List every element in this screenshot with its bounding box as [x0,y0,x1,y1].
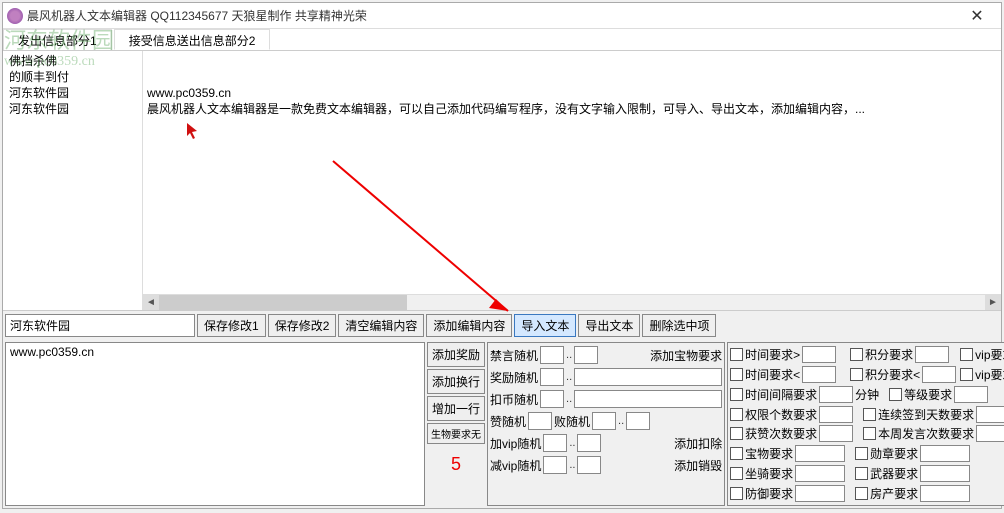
mount-req-input[interactable] [795,465,845,482]
sub-vip-max[interactable] [577,456,601,474]
content-line: www.pc0359.cn [143,85,1001,101]
ban-random-min[interactable] [540,346,564,364]
win-count-input[interactable] [819,425,853,442]
continuous-sign-input[interactable] [976,406,1004,423]
list-item[interactable]: 河东软件园 [7,101,138,117]
interval-req-input[interactable] [819,386,853,403]
defense-req-input[interactable] [795,485,845,502]
horizontal-scrollbar[interactable]: ◄ ► [143,294,1001,310]
export-text-button[interactable]: 导出文本 [578,314,640,337]
weapon-req-checkbox[interactable] [855,467,868,480]
vip-no-checkbox[interactable] [960,368,973,381]
house-req-checkbox[interactable] [855,487,868,500]
level-req-checkbox[interactable] [889,388,902,401]
medal-req-checkbox[interactable] [855,447,868,460]
tab-send-info-1[interactable]: 发出信息部分1 [3,29,112,50]
ban-random-max[interactable] [574,346,598,364]
tab-row: 发出信息部分1 接受信息送出信息部分2 [3,29,1001,51]
house-req-input[interactable] [920,485,970,502]
random-settings-panel: 禁言随机 .. 添加宝物要求 奖励随机 .. 扣币随机 .. 赞随机 [487,342,725,506]
time-req-lt-checkbox[interactable] [730,368,743,381]
like-random-val[interactable] [528,412,552,430]
add-edit-button[interactable]: 添加编辑内容 [426,314,512,337]
sub-vip-random-label: 减vip随机 [490,457,541,474]
tab-receive-send-info-2[interactable]: 接受信息送出信息部分2 [114,29,271,50]
week-speak-checkbox[interactable] [863,427,876,440]
bottom-area: www.pc0359.cn 添加奖励 添加换行 增加一行 生物要求无 5 禁言随… [3,340,1001,508]
deduct-random-min[interactable] [540,390,564,408]
app-icon [7,8,23,24]
requirements-panel: 时间要求> 积分要求 vip要求是 时间要求< 积分要求< [727,342,1004,506]
weapon-req-input[interactable] [920,465,970,482]
delete-selected-button[interactable]: 删除选中项 [642,314,716,337]
import-text-button[interactable]: 导入文本 [514,314,576,337]
defense-req-checkbox[interactable] [730,487,743,500]
treasure-req-checkbox[interactable] [730,447,743,460]
reward-random-min[interactable] [540,368,564,386]
content-line: 晨风机器人文本编辑器是一款免费文本编辑器，可以自己添加代码编写程序，没有文字输入… [143,101,1001,117]
mount-req-checkbox[interactable] [730,467,743,480]
add-deduct-label: 添加扣除 [603,435,722,452]
counter-display: 5 [427,446,485,483]
add-row-button[interactable]: 增加一行 [427,396,485,421]
win-count-checkbox[interactable] [730,427,743,440]
add-treasure-req-label: 添加宝物要求 [600,347,722,364]
reward-random-label: 奖励随机 [490,369,538,386]
deduct-random-max[interactable] [574,390,722,408]
level-req-input[interactable] [954,386,988,403]
deduct-random-label: 扣币随机 [490,391,538,408]
reward-random-max[interactable] [574,368,722,386]
power-count-checkbox[interactable] [730,408,743,421]
window-title: 晨风机器人文本编辑器 QQ112345677 天狼星制作 共享精神光荣 [27,7,957,24]
medal-req-input[interactable] [920,445,970,462]
continuous-sign-checkbox[interactable] [863,408,876,421]
score-req-lt-checkbox[interactable] [850,368,863,381]
score-req-input[interactable] [915,346,949,363]
top-pane: 佛挡杀佛 的顺丰到付 河东软件园 河东软件园 www.pc0359.cn 晨风机… [3,51,1001,311]
add-vip-max[interactable] [577,434,601,452]
lose-random-label: 败随机 [554,413,590,430]
time-req-gt-input[interactable] [802,346,836,363]
add-vip-min[interactable] [543,434,567,452]
titlebar: 晨风机器人文本编辑器 QQ112345677 天狼星制作 共享精神光荣 ✕ [3,3,1001,29]
scroll-thumb[interactable] [159,295,407,310]
close-button[interactable]: ✕ [957,4,997,28]
power-count-input[interactable] [819,406,853,423]
toolbar-row: 保存修改1 保存修改2 清空编辑内容 添加编辑内容 导入文本 导出文本 删除选中… [3,311,1001,340]
app-window: 晨风机器人文本编辑器 QQ112345677 天狼星制作 共享精神光荣 ✕ 发出… [2,2,1002,509]
save-1-button[interactable]: 保存修改1 [197,314,266,337]
list-item[interactable]: 的顺丰到付 [7,69,138,85]
lose-random-val2[interactable] [626,412,650,430]
lose-random-val[interactable] [592,412,616,430]
week-speak-input[interactable] [976,425,1004,442]
scroll-right-arrow[interactable]: ► [985,295,1001,311]
left-list[interactable]: 佛挡杀佛 的顺丰到付 河东软件园 河东软件园 [3,51,143,310]
interval-req-checkbox[interactable] [730,388,743,401]
bio-req-button[interactable]: 生物要求无 [427,423,485,444]
add-vip-random-label: 加vip随机 [490,435,541,452]
edit-textarea[interactable]: www.pc0359.cn [5,342,425,506]
list-item[interactable]: 河东软件园 [7,85,138,101]
sub-vip-min[interactable] [543,456,567,474]
save-2-button[interactable]: 保存修改2 [268,314,337,337]
time-req-lt-input[interactable] [802,366,836,383]
time-req-gt-checkbox[interactable] [730,348,743,361]
scroll-track[interactable] [159,295,985,310]
like-random-label: 赞随机 [490,413,526,430]
mini-button-column: 添加奖励 添加换行 增加一行 生物要求无 5 [427,342,485,506]
score-req-lt-input[interactable] [922,366,956,383]
treasure-req-input[interactable] [795,445,845,462]
list-item[interactable]: 佛挡杀佛 [7,53,138,69]
add-reward-button[interactable]: 添加奖励 [427,342,485,367]
vip-yes-checkbox[interactable] [960,348,973,361]
clear-edit-button[interactable]: 清空编辑内容 [338,314,424,337]
add-destroy-label: 添加销毁 [603,457,722,474]
add-newline-button[interactable]: 添加换行 [427,369,485,394]
score-req-checkbox[interactable] [850,348,863,361]
ban-random-label: 禁言随机 [490,347,538,364]
right-content-pane: www.pc0359.cn 晨风机器人文本编辑器是一款免费文本编辑器，可以自己添… [143,51,1001,310]
scroll-left-arrow[interactable]: ◄ [143,295,159,311]
name-input[interactable] [5,314,195,337]
